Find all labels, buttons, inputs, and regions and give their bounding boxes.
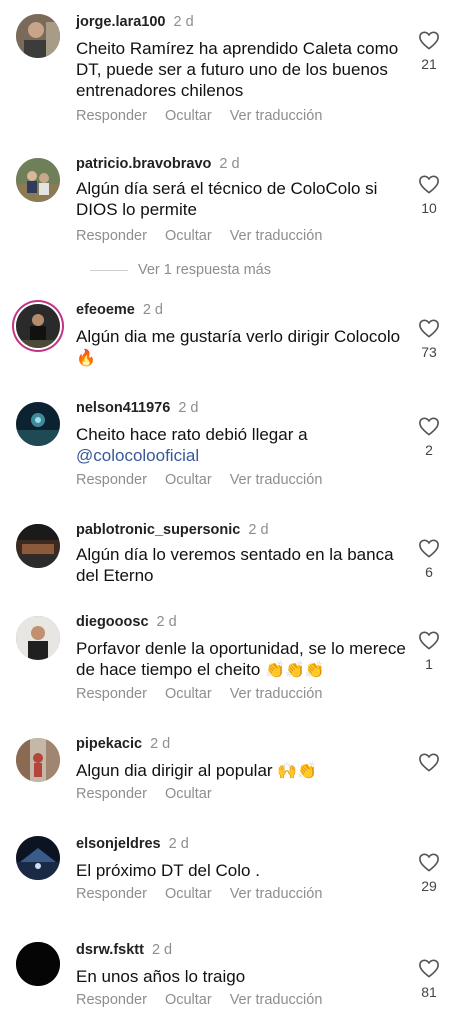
comment-time: 2 d bbox=[142, 302, 164, 318]
like-count: 10 bbox=[421, 200, 437, 216]
comment-text-body: Algún dia me gustaría verlo dirigir Colo… bbox=[76, 327, 401, 346]
like-button[interactable]: 73 bbox=[409, 318, 449, 360]
avatar[interactable] bbox=[16, 942, 60, 986]
heart-outline-icon bbox=[419, 631, 439, 650]
fire-emoji: 🔥 bbox=[76, 350, 96, 367]
clap-emoji: 👏👏👏 bbox=[265, 662, 325, 679]
like-button[interactable]: 10 bbox=[409, 174, 449, 216]
comment-text: Algún día será el técnico de ColoColo si… bbox=[76, 179, 378, 219]
view-more-replies[interactable]: Ver 1 respuesta más bbox=[90, 262, 271, 278]
comment-username[interactable]: jorge.lara100 bbox=[76, 14, 165, 30]
avatar[interactable] bbox=[16, 304, 60, 348]
reply-button[interactable]: Responder bbox=[76, 228, 147, 244]
avatar[interactable] bbox=[16, 524, 60, 568]
heart-outline-icon bbox=[419, 31, 439, 50]
reply-button[interactable]: Responder bbox=[76, 992, 147, 1008]
hide-button[interactable]: Ocultar bbox=[165, 228, 212, 244]
comment-time: 2 d bbox=[178, 400, 199, 416]
like-count: 2 bbox=[425, 442, 433, 458]
mention-link[interactable]: @colocolooficial bbox=[76, 446, 199, 465]
heart-outline-icon bbox=[419, 319, 439, 338]
translate-button[interactable]: Ver traducción bbox=[230, 472, 323, 488]
heart-outline-icon bbox=[419, 959, 439, 978]
comment-text: En unos años lo traigo bbox=[76, 967, 246, 986]
comment-text: Algún dia me gustaría verlo dirigir Colo… bbox=[76, 326, 406, 369]
like-button[interactable] bbox=[409, 752, 449, 772]
comment-username[interactable]: elsonjeldres bbox=[76, 836, 161, 852]
reply-button[interactable]: Responder bbox=[76, 472, 147, 488]
view-more-replies-label[interactable]: Ver 1 respuesta más bbox=[138, 262, 271, 278]
comment-username[interactable]: efeoeme bbox=[76, 302, 135, 318]
comment-text: Cheito hace rato debió llegar a @colocolo… bbox=[76, 424, 406, 466]
like-count: 29 bbox=[421, 878, 437, 894]
comment-time: 2 d bbox=[150, 736, 171, 752]
comment-time: 2 d bbox=[156, 614, 177, 630]
avatar[interactable] bbox=[16, 158, 60, 202]
like-count: 1 bbox=[425, 656, 433, 672]
divider bbox=[90, 269, 128, 271]
comment-time: 2 d bbox=[248, 522, 269, 538]
translate-button[interactable]: Ver traducción bbox=[230, 108, 323, 124]
comment-text: El próximo DT del Colo . bbox=[76, 861, 260, 880]
like-button[interactable]: 81 bbox=[409, 958, 449, 1000]
comment-text-body: Algun dia dirigir al popular bbox=[76, 761, 273, 780]
reply-button[interactable]: Responder bbox=[76, 108, 147, 124]
avatar[interactable] bbox=[16, 836, 60, 880]
comment-username[interactable]: diegooosc bbox=[76, 614, 149, 630]
reply-button[interactable]: Responder bbox=[76, 686, 147, 702]
reply-button[interactable]: Responder bbox=[76, 886, 147, 902]
comment-time: 2 d bbox=[219, 156, 240, 172]
translate-button[interactable]: Ver traducción bbox=[230, 886, 323, 902]
heart-outline-icon bbox=[419, 853, 439, 872]
comment-time: 2 d bbox=[173, 14, 194, 30]
like-button[interactable]: 21 bbox=[409, 30, 449, 72]
comment-time: 2 d bbox=[151, 942, 173, 958]
heart-outline-icon bbox=[419, 175, 439, 194]
hide-button[interactable]: Ocultar bbox=[165, 686, 212, 702]
like-count: 81 bbox=[421, 984, 437, 1000]
like-button[interactable]: 1 bbox=[409, 630, 449, 672]
comment-text-body: Cheito hace rato debió llegar a bbox=[76, 425, 308, 444]
comment-username[interactable]: nelson411976 bbox=[76, 400, 170, 416]
hands-emoji: 🙌👏 bbox=[277, 763, 318, 780]
hide-button[interactable]: Ocultar bbox=[165, 886, 212, 902]
comment-text: Algún día lo veremos sentado en la banca… bbox=[76, 545, 394, 585]
avatar[interactable] bbox=[16, 14, 60, 58]
like-button[interactable]: 2 bbox=[409, 416, 449, 458]
comment-text: Cheito Ramírez ha aprendido Caleta como … bbox=[76, 39, 399, 100]
like-button[interactable]: 6 bbox=[409, 538, 449, 580]
reply-button[interactable]: Responder bbox=[76, 786, 147, 802]
translate-button[interactable]: Ver traducción bbox=[230, 686, 323, 702]
translate-button[interactable]: Ver traducción bbox=[230, 228, 323, 244]
heart-outline-icon bbox=[419, 417, 439, 436]
comment-text-body: Porfavor denle la oportunidad, se lo mer… bbox=[76, 639, 406, 679]
heart-outline-icon bbox=[419, 539, 439, 558]
comment-time: 2 d bbox=[168, 836, 189, 852]
avatar[interactable] bbox=[16, 616, 60, 660]
heart-outline-icon bbox=[419, 753, 439, 772]
comment-text: Algun dia dirigir al popular 🙌👏 bbox=[76, 760, 406, 782]
hide-button[interactable]: Ocultar bbox=[165, 992, 212, 1008]
hide-button[interactable]: Ocultar bbox=[165, 786, 212, 802]
comment-username[interactable]: patricio.bravobravo bbox=[76, 156, 211, 172]
comment-username[interactable]: pipekacic bbox=[76, 736, 142, 752]
comment-username[interactable]: pablotronic_supersonic bbox=[76, 522, 240, 538]
avatar[interactable] bbox=[16, 402, 60, 446]
comment-text: Porfavor denle la oportunidad, se lo mer… bbox=[76, 638, 406, 681]
avatar[interactable] bbox=[16, 738, 60, 782]
like-count: 73 bbox=[421, 344, 437, 360]
hide-button[interactable]: Ocultar bbox=[165, 472, 212, 488]
like-count: 21 bbox=[421, 56, 437, 72]
like-count: 6 bbox=[425, 564, 433, 580]
like-button[interactable]: 29 bbox=[409, 852, 449, 894]
translate-button[interactable]: Ver traducción bbox=[230, 992, 323, 1008]
hide-button[interactable]: Ocultar bbox=[165, 108, 212, 124]
comment-username[interactable]: dsrw.fsktt bbox=[76, 942, 144, 958]
